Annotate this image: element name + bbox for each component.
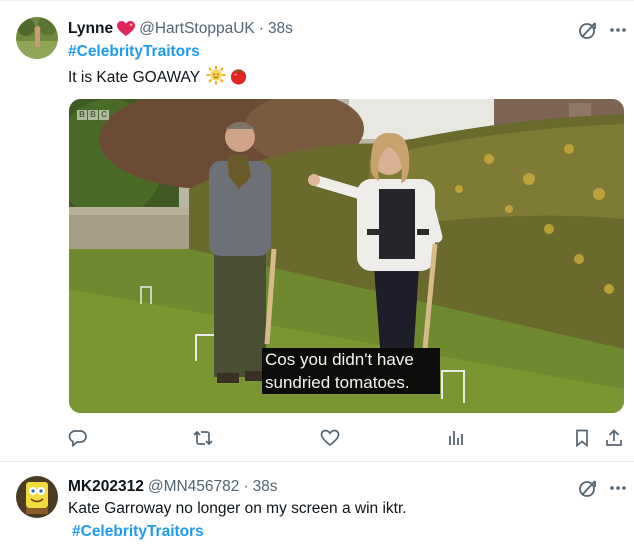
separator-dot: · (258, 20, 264, 37)
more-icon[interactable] (606, 18, 630, 42)
subtitle-line-2: sundried tomatoes. (262, 371, 440, 394)
display-name[interactable]: Lynne (68, 20, 113, 38)
tweet-header: Lynne @HartStoppaUK · 38s (68, 18, 293, 40)
timestamp[interactable]: 38s (268, 20, 293, 38)
retweet-icon[interactable] (191, 426, 215, 450)
sparkling-heart-icon (117, 21, 136, 37)
hashtag-link[interactable]: #CelebrityTraitors (72, 523, 204, 541)
grok-icon[interactable] (576, 18, 600, 42)
tweet-text: Kate Garroway no longer on my screen a w… (68, 500, 407, 517)
user-handle[interactable]: @HartStoppaUK (139, 20, 255, 38)
user-handle[interactable]: @MN456782 (148, 478, 240, 496)
like-icon[interactable] (318, 426, 342, 450)
share-icon[interactable] (602, 426, 626, 450)
tweet-top-actions (576, 476, 630, 500)
bookmark-icon[interactable] (570, 426, 594, 450)
tweet-lynne[interactable]: Lynne @HartStoppaUK · 38s #CelebrityTrai… (0, 0, 634, 462)
views-icon[interactable] (444, 426, 468, 450)
tweet-text: It is Kate GOAWAY (68, 65, 248, 90)
avatar[interactable] (16, 17, 58, 59)
display-name[interactable]: MK202312 (68, 478, 144, 496)
hashtag-link[interactable]: #CelebrityTraitors (68, 43, 200, 61)
avatar[interactable] (16, 476, 58, 518)
tomato-emoji (229, 66, 248, 90)
separator-dot: · (243, 478, 249, 495)
more-icon[interactable] (606, 476, 630, 500)
tweet-mk202312[interactable]: MK202312 @MN456782 · 38s Kate Garroway n… (0, 463, 634, 556)
tweet-header: MK202312 @MN456782 · 38s (68, 476, 278, 498)
broadcaster-logo: B B C (77, 110, 109, 120)
grok-icon[interactable] (576, 476, 600, 500)
video-thumbnail[interactable]: B B C Cos you didn't have sundried tomat… (69, 99, 624, 413)
reply-icon[interactable] (66, 426, 90, 450)
subtitle-line-1: Cos you didn't have (262, 348, 440, 371)
timestamp[interactable]: 38s (253, 478, 278, 496)
tweet-text-content: It is Kate GOAWAY (68, 68, 201, 86)
tweet-top-actions (576, 18, 630, 42)
sun-emoji (206, 65, 226, 90)
tweet-action-bar (0, 426, 634, 450)
